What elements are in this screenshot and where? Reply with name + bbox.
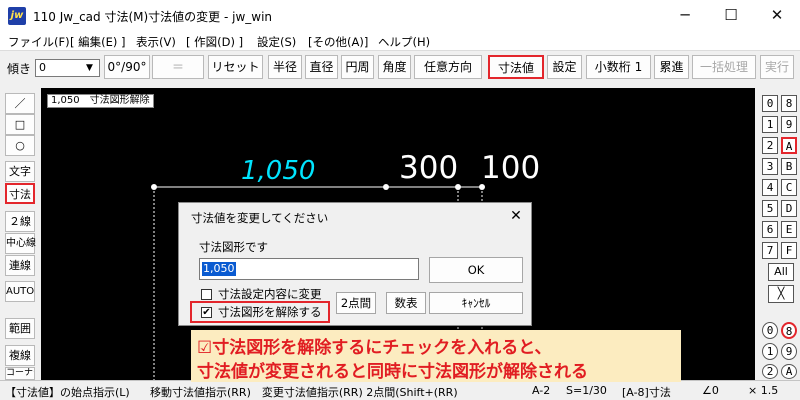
layer-4-button[interactable]: 4 bbox=[762, 179, 778, 196]
layer-group-8-button[interactable]: 8 bbox=[781, 322, 797, 339]
menu-edit[interactable]: [ 編集(E) ] bbox=[70, 34, 126, 50]
layer-group-1-button[interactable]: 1 bbox=[762, 343, 778, 360]
angle-button[interactable]: 角度 bbox=[378, 55, 411, 79]
menu-view[interactable]: 表示(V) bbox=[136, 34, 176, 50]
layer-a-button[interactable]: A bbox=[781, 137, 797, 154]
execute-button[interactable]: 実行 bbox=[760, 55, 794, 79]
layer-group-a-button[interactable]: A bbox=[781, 364, 797, 379]
release-dimension-label: 寸法図形を解除する bbox=[218, 305, 322, 319]
layer-3-button[interactable]: 3 bbox=[762, 158, 778, 175]
dialog-title: 寸法値を変更してください bbox=[191, 211, 329, 225]
layer-7-button[interactable]: 7 bbox=[762, 242, 778, 259]
status-paper-size[interactable]: A-2 bbox=[532, 384, 550, 397]
status-layer[interactable]: [A-8]寸法 bbox=[622, 384, 671, 400]
layer-5-button[interactable]: 5 bbox=[762, 200, 778, 217]
tilt-value: 0 bbox=[39, 61, 46, 74]
dimension-value-300: 300 bbox=[399, 150, 459, 186]
cancel-button[interactable]: ｷｬﾝｾﾙ bbox=[429, 292, 523, 314]
dimension-value-cyan: 1,050 bbox=[241, 156, 316, 186]
layer-8-button[interactable]: 8 bbox=[781, 95, 797, 112]
layer-group-0-button[interactable]: 0 bbox=[762, 322, 778, 339]
status-zoom[interactable]: × 1.5 bbox=[748, 384, 778, 397]
close-window-button[interactable]: ✕ bbox=[754, 0, 800, 31]
layer-all-button[interactable]: All bbox=[768, 263, 794, 281]
batch-process-button[interactable]: 一括処理 bbox=[692, 55, 756, 79]
layer-6-button[interactable]: 6 bbox=[762, 221, 778, 238]
layer-1-button[interactable]: 1 bbox=[762, 116, 778, 133]
tilt-select[interactable]: 0 ▼ bbox=[35, 59, 100, 77]
reset-button[interactable]: リセット bbox=[208, 55, 263, 79]
layer-b-button[interactable]: B bbox=[781, 158, 797, 175]
angle-0-90-button[interactable]: 0°/90° bbox=[104, 55, 150, 79]
ok-button[interactable]: OK bbox=[429, 257, 523, 283]
layer-d-button[interactable]: D bbox=[781, 200, 797, 217]
status-mouse-hint: 移動寸法値指示(RR) 変更寸法値指示(RR) 2点間(Shift+(RR) bbox=[150, 386, 458, 399]
dimension-point-start bbox=[151, 184, 157, 190]
tilt-label: 傾き bbox=[7, 62, 32, 76]
range-tool-button[interactable]: 範囲 bbox=[5, 318, 35, 339]
menu-file[interactable]: ファイル(F) bbox=[8, 34, 70, 50]
change-settings-label: 寸法設定内容に変更 bbox=[218, 287, 322, 301]
circumference-button[interactable]: 円周 bbox=[341, 55, 374, 79]
diameter-button[interactable]: 直径 bbox=[305, 55, 338, 79]
layer-0-button[interactable]: 0 bbox=[762, 95, 778, 112]
layer-group-9-button[interactable]: 9 bbox=[781, 343, 797, 360]
menu-settings[interactable]: 設定(S) bbox=[257, 34, 296, 50]
maximize-button[interactable]: ☐ bbox=[708, 0, 754, 31]
layer-group-2-button[interactable]: 2 bbox=[762, 364, 778, 379]
line-tool-button[interactable]: ／ bbox=[5, 93, 35, 114]
title-bar: jw 110 Jw_cad 寸法(M)寸法値の変更 - jw_win ─ ☐ ✕ bbox=[0, 0, 800, 31]
continuous-line-tool-button[interactable]: 連線 bbox=[5, 255, 35, 276]
window-title: 110 Jw_cad 寸法(M)寸法値の変更 - jw_win bbox=[33, 10, 273, 24]
number-table-button[interactable]: 数表 bbox=[386, 292, 426, 314]
cumulative-button[interactable]: 累進 bbox=[654, 55, 689, 79]
dimension-tool-button[interactable]: 寸法 bbox=[5, 183, 35, 204]
dimension-value-100: 100 bbox=[481, 150, 541, 186]
status-instruction: 【寸法値】の始点指示(L) bbox=[5, 386, 130, 399]
rectangle-tool-button[interactable]: □ bbox=[5, 114, 35, 135]
status-scale[interactable]: S=1/30 bbox=[566, 384, 607, 397]
menu-other[interactable]: [その他(A)] bbox=[308, 34, 368, 50]
minimize-button[interactable]: ─ bbox=[662, 0, 708, 31]
any-direction-button[interactable]: 任意方向 bbox=[414, 55, 482, 79]
center-line-tool-button[interactable]: 中心線 bbox=[5, 233, 36, 254]
change-settings-checkbox[interactable] bbox=[201, 289, 212, 300]
layer-c-button[interactable]: C bbox=[781, 179, 797, 196]
dimension-value-input-text: 1,050 bbox=[202, 262, 236, 276]
auto-mode-button[interactable]: AUTO bbox=[5, 281, 35, 302]
annotation-line-1: ☑寸法図形を解除するにチェックを入れると、 bbox=[197, 338, 552, 358]
annotation-line-2: 寸法値が変更されると同時に寸法図形が解除される bbox=[197, 362, 588, 382]
radius-button[interactable]: 半径 bbox=[268, 55, 302, 79]
dimension-value-button[interactable]: 寸法値 bbox=[488, 55, 544, 79]
dialog-section-label: 寸法図形です bbox=[199, 240, 268, 254]
canvas-info-label: 1,050 寸法図形解除 bbox=[47, 94, 154, 108]
chevron-down-icon: ▼ bbox=[86, 63, 93, 73]
annotation-callout: ☑寸法図形を解除するにチェックを入れると、 寸法値が変更されると同時に寸法図形が… bbox=[191, 330, 681, 382]
copy-line-tool-button[interactable]: 複線 bbox=[5, 345, 35, 366]
settings-button[interactable]: 設定 bbox=[547, 55, 582, 79]
layer-9-button[interactable]: 9 bbox=[781, 116, 797, 133]
dialog-close-icon[interactable]: ✕ bbox=[505, 206, 527, 226]
corner-tool-button[interactable]: コーナー bbox=[5, 367, 35, 380]
circle-tool-button[interactable]: ○ bbox=[5, 135, 35, 156]
double-line-tool-button[interactable]: ２線 bbox=[5, 211, 35, 232]
equals-button[interactable]: ＝ bbox=[152, 55, 204, 79]
release-dimension-checkbox[interactable]: ✔ bbox=[201, 307, 212, 318]
menu-help[interactable]: ヘルプ(H) bbox=[378, 34, 430, 50]
toolbar: 傾き 0 ▼ 0°/90° ＝ リセット 半径 直径 円周 角度 任意方向 寸法… bbox=[0, 52, 800, 82]
layer-2-button[interactable]: 2 bbox=[762, 137, 778, 154]
change-dimension-dialog: 寸法値を変更してください ✕ 寸法図形です 1,050 OK 寸法設定内容に変更… bbox=[178, 202, 532, 326]
dimension-point-mid bbox=[383, 184, 389, 190]
menu-draw[interactable]: [ 作図(D) ] bbox=[186, 34, 243, 50]
two-point-button[interactable]: 2点間 bbox=[336, 292, 376, 314]
app-logo-icon: jw bbox=[8, 7, 26, 25]
status-angle[interactable]: ∠0 bbox=[702, 384, 719, 397]
layer-e-button[interactable]: E bbox=[781, 221, 797, 238]
layer-f-button[interactable]: F bbox=[781, 242, 797, 259]
decimals-button[interactable]: 小数桁 1 bbox=[586, 55, 651, 79]
menu-bar: ファイル(F) [ 編集(E) ] 表示(V) [ 作図(D) ] 設定(S) … bbox=[0, 31, 800, 51]
text-tool-button[interactable]: 文字 bbox=[5, 161, 35, 182]
layer-cross-button[interactable]: ╳ bbox=[768, 285, 794, 303]
status-bar: 【寸法値】の始点指示(L) 移動寸法値指示(RR) 変更寸法値指示(RR) 2点… bbox=[0, 380, 800, 400]
